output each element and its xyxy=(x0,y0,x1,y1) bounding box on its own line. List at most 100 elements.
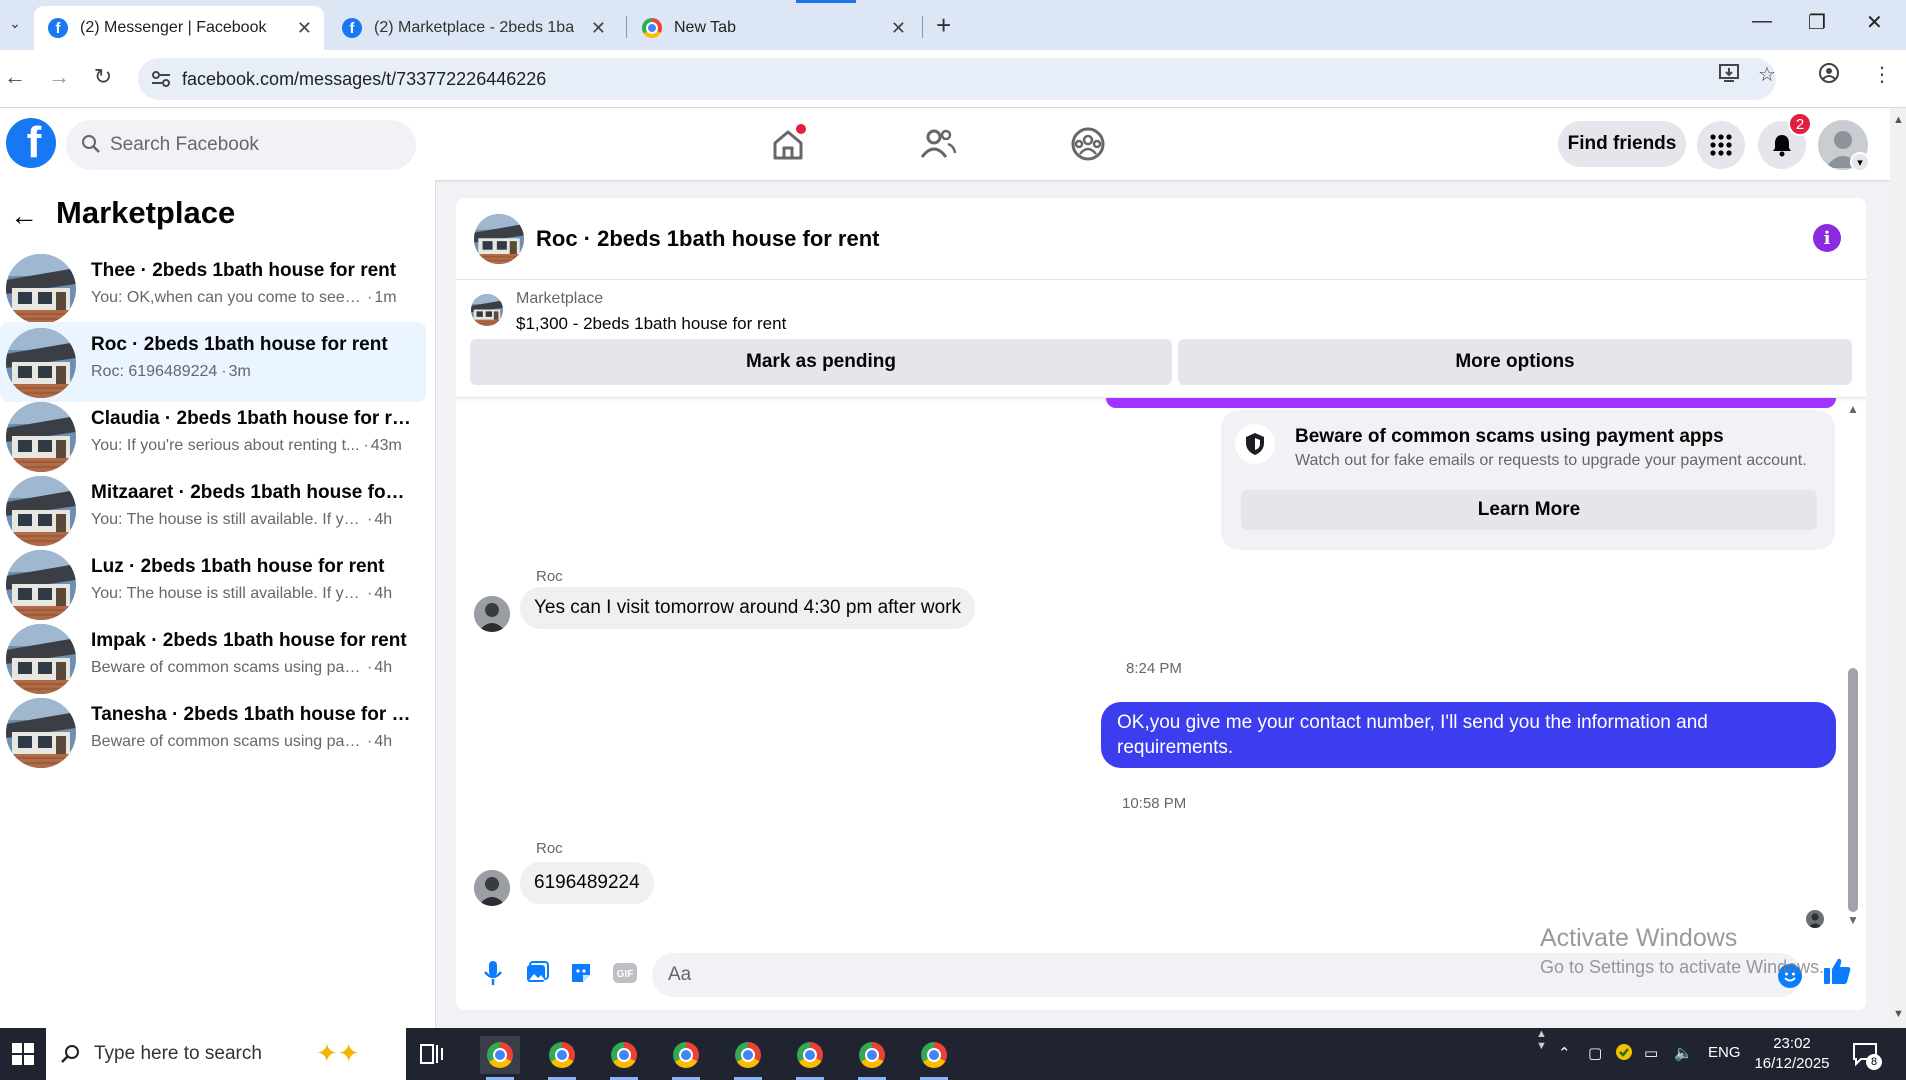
tab-new-tab[interactable]: New Tab ✕ xyxy=(628,6,918,50)
chrome-taskbar-app[interactable] xyxy=(914,1036,954,1080)
search-icon xyxy=(60,1043,82,1070)
conversation-time: 1m xyxy=(374,289,397,306)
message-timestamp: 10:58 PM xyxy=(1122,795,1187,812)
bookmark-star-icon[interactable]: ☆ xyxy=(1758,62,1776,87)
notification-center-icon[interactable]: 8 xyxy=(1852,1042,1882,1071)
find-friends-button[interactable]: Find friends xyxy=(1558,121,1686,167)
browser-menu-icon[interactable]: ⋮ xyxy=(1872,62,1892,87)
learn-more-button[interactable]: Learn More xyxy=(1241,490,1817,530)
conversation-snippet: Beware of common scams using pay... xyxy=(91,733,363,750)
close-tab-icon[interactable]: ✕ xyxy=(591,18,606,39)
watermark-line-1: Activate Windows xyxy=(1540,924,1738,952)
conversation-item[interactable]: Mitzaaret · 2beds 1bath house for ... You… xyxy=(0,470,426,550)
thumbs-up-icon[interactable] xyxy=(1822,956,1852,986)
incoming-message[interactable]: 6196489224 xyxy=(520,862,654,904)
conversation-title: Thee · 2beds 1bath house for rent xyxy=(91,260,397,281)
task-view-icon[interactable] xyxy=(420,1042,446,1071)
tab-messenger[interactable]: f (2) Messenger | Facebook ✕ xyxy=(34,6,324,50)
chat-scrollbar[interactable]: ▲ ▼ xyxy=(1845,398,1861,930)
listing-thumbnail xyxy=(6,550,76,620)
network-icon[interactable]: ▭ xyxy=(1644,1044,1658,1062)
windows-start-icon[interactable] xyxy=(0,1028,46,1080)
close-tab-icon[interactable]: ✕ xyxy=(297,18,312,39)
listing-thumbnail xyxy=(6,254,76,324)
conversation-snippet: Roc: 6196489224 xyxy=(91,363,218,380)
chrome-taskbar-app[interactable] xyxy=(852,1036,892,1080)
back-arrow-icon[interactable]: ← xyxy=(0,64,30,90)
system-clock[interactable]: 23:02 16/12/2025 xyxy=(1750,1034,1834,1074)
conversation-preview: Beware of common scams using pay... · 4h xyxy=(91,659,411,677)
close-window-icon[interactable]: ✕ xyxy=(1866,10,1883,35)
listing-thumbnail[interactable] xyxy=(471,294,503,326)
device-icon[interactable]: ▢ xyxy=(1588,1044,1602,1062)
facebook-logo-icon[interactable]: f xyxy=(6,118,56,168)
tab-search-chevron-icon[interactable]: ⌄ xyxy=(2,10,28,36)
chrome-taskbar-app[interactable] xyxy=(728,1036,768,1080)
scroll-up-icon[interactable]: ▲ xyxy=(1847,402,1859,416)
listing-thumbnail xyxy=(6,624,76,694)
chat-title[interactable]: Roc · 2beds 1bath house for rent xyxy=(536,226,880,252)
gif-icon[interactable]: GIF xyxy=(610,958,640,988)
chrome-taskbar-app[interactable] xyxy=(542,1036,582,1080)
app-tray-icon[interactable] xyxy=(1614,1042,1634,1066)
taskbar-search[interactable]: ✦✦ xyxy=(46,1028,406,1080)
reload-icon[interactable]: ↻ xyxy=(88,64,118,90)
menu-grid-icon[interactable] xyxy=(1697,121,1745,169)
taskbar-scroll-arrows-icon[interactable]: ▲ ▼ xyxy=(1536,1028,1547,1052)
volume-icon[interactable]: 🔈 xyxy=(1674,1044,1693,1062)
listing-thumbnail[interactable] xyxy=(474,214,524,264)
incoming-message[interactable]: Yes can I visit tomorrow around 4:30 pm … xyxy=(520,587,975,629)
microphone-icon[interactable] xyxy=(478,958,508,988)
conversation-item[interactable]: Tanesha · 2beds 1bath house for re... Bew… xyxy=(0,692,426,772)
mark-as-pending-button[interactable]: Mark as pending xyxy=(470,339,1172,385)
show-hidden-icons-chevron-icon[interactable]: ⌃ xyxy=(1558,1044,1571,1062)
restore-icon[interactable]: ❐ xyxy=(1808,10,1826,35)
chrome-taskbar-app[interactable] xyxy=(666,1036,706,1080)
taskbar-search-input[interactable] xyxy=(94,1028,294,1080)
scroll-up-icon[interactable]: ▲ xyxy=(1893,114,1904,126)
friends-icon[interactable] xyxy=(918,124,958,164)
language-indicator[interactable]: ENG xyxy=(1708,1044,1741,1061)
groups-icon[interactable] xyxy=(1068,124,1108,164)
conversation-item[interactable]: Claudia · 2beds 1bath house for rent You:… xyxy=(0,396,426,476)
chrome-taskbar-app[interactable] xyxy=(480,1036,520,1080)
back-arrow-icon[interactable]: ← xyxy=(10,200,38,232)
conversation-item[interactable]: Luz · 2beds 1bath house for rent You: The… xyxy=(0,544,426,624)
conversation-item[interactable]: Roc · 2beds 1bath house for rent Roc: 619… xyxy=(0,322,426,402)
close-tab-icon[interactable]: ✕ xyxy=(891,18,906,39)
scroll-down-icon[interactable]: ▼ xyxy=(1893,1008,1904,1020)
profile-icon[interactable] xyxy=(1818,62,1840,90)
browser-toolbar: ← → ↻ facebook.com/messages/t/7337722264… xyxy=(0,50,1906,108)
outgoing-message[interactable]: OK,you give me your contact number, I'll… xyxy=(1101,702,1836,768)
sender-avatar[interactable] xyxy=(474,596,510,632)
sticker-icon[interactable] xyxy=(566,958,596,988)
page-scrollbar[interactable]: ▲ ▼ xyxy=(1890,108,1906,1028)
chrome-taskbar-app[interactable] xyxy=(790,1036,830,1080)
address-bar[interactable]: facebook.com/messages/t/733772226446226 xyxy=(138,58,1776,100)
listing-thumbnail xyxy=(6,402,76,472)
more-options-button[interactable]: More options xyxy=(1178,339,1852,385)
conversation-time: 4h xyxy=(374,659,393,676)
scrollbar-thumb[interactable] xyxy=(1848,668,1858,912)
info-icon[interactable]: i xyxy=(1813,224,1841,252)
photo-icon[interactable] xyxy=(522,958,552,988)
install-app-icon[interactable] xyxy=(1718,62,1740,90)
url-text[interactable]: facebook.com/messages/t/733772226446226 xyxy=(182,69,546,90)
conversation-title: Luz · 2beds 1bath house for rent xyxy=(91,556,385,577)
listing-price-title[interactable]: $1,300 - 2beds 1bath house for rent xyxy=(516,314,786,334)
facebook-search[interactable] xyxy=(66,120,416,170)
new-tab-plus-icon[interactable]: + xyxy=(936,10,951,41)
site-settings-icon[interactable] xyxy=(150,68,172,90)
chevron-down-icon[interactable]: ▾ xyxy=(1850,152,1870,172)
conversation-item[interactable]: Impak · 2beds 1bath house for rent Beware… xyxy=(0,618,426,698)
minimize-icon[interactable]: — xyxy=(1752,10,1772,33)
forward-arrow-icon[interactable]: → xyxy=(44,64,74,90)
chrome-taskbar-app[interactable] xyxy=(604,1036,644,1080)
tab-drag-indicator xyxy=(796,0,856,3)
conversation-item[interactable]: Thee · 2beds 1bath house for rent You: OK… xyxy=(0,248,426,328)
notification-center-count: 8 xyxy=(1866,1054,1882,1070)
search-input[interactable] xyxy=(110,120,400,170)
scroll-down-icon[interactable]: ▼ xyxy=(1847,913,1859,927)
sender-avatar[interactable] xyxy=(474,870,510,906)
tab-marketplace[interactable]: f (2) Marketplace - 2beds 1bath h ✕ xyxy=(328,6,618,50)
